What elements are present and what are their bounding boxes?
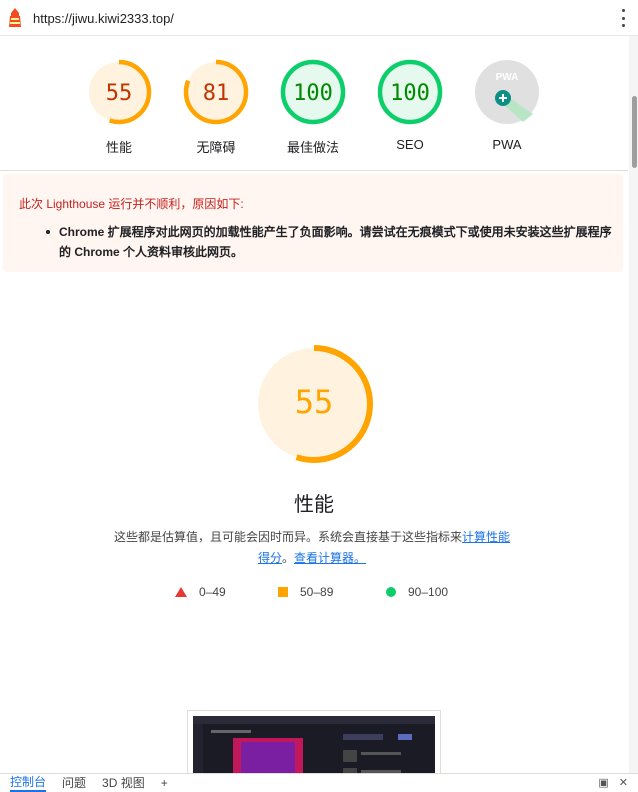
gauge-label: SEO [396, 137, 424, 152]
legend-range: 0–49 [199, 585, 226, 599]
gauge-seo[interactable]: 100 SEO [374, 56, 446, 152]
dock-icon[interactable]: ▣ [598, 776, 608, 789]
gauge-label: 性能 [105, 140, 132, 155]
tab-3d-view[interactable]: 3D 视图 [102, 774, 145, 791]
scrollbar[interactable] [629, 36, 638, 773]
pass-circle-icon [386, 587, 396, 597]
screenshot-image [193, 716, 435, 775]
warning-title: 此次 Lighthouse 运行并不顺利，原因如下: [19, 197, 244, 211]
gauge-label: 无障碍 [196, 140, 236, 155]
scrollbar-thumb[interactable] [632, 96, 637, 168]
performance-description: 这些都是估算值，且可能会因时而异。系统会直接基于这些指标来计算性能得分。查看计算… [110, 527, 514, 569]
gauge-ring: 100 [280, 59, 346, 125]
devtools-tabbar: 控制台 问题 3D 视图 + ▣ ✕ [0, 773, 638, 792]
desc-text: 这些都是估算值，且可能会因时而异。系统会直接基于这些指标来 [113, 530, 462, 544]
legend-range: 90–100 [408, 585, 449, 599]
gauge-value: 100 [390, 81, 430, 106]
url-text[interactable]: https://jiwu.kiwi2333.top/ [33, 11, 174, 26]
performance-score: 55 [295, 383, 334, 421]
warning-box: 此次 Lighthouse 运行并不顺利，原因如下: Chrome 扩展程序对此… [3, 174, 623, 272]
performance-title: 性能 [294, 494, 334, 516]
gauge-best-practices[interactable]: 100 最佳做法 [277, 56, 349, 156]
gauge-ring: 81 [183, 59, 249, 125]
gauge-accessibility[interactable]: 81 无障碍 [180, 56, 252, 156]
gauge-value: 55 [106, 81, 133, 106]
legend-fail: 0–49 [175, 585, 226, 599]
fail-triangle-icon [175, 587, 187, 597]
lighthouse-icon [9, 8, 21, 27]
pwa-icon: PWA [475, 60, 539, 124]
gauge-performance[interactable]: 55 性能 [83, 56, 155, 156]
gauge-ring: 100 [377, 59, 443, 125]
desc-separator: 。 [281, 551, 294, 565]
legend-average: 50–89 [278, 585, 333, 599]
legend-range: 50–89 [300, 585, 334, 599]
score-summary: 55 性能 81 无障碍 100 最佳做法 100 SEO PWA PWA [0, 36, 628, 171]
close-icon[interactable]: ✕ [619, 776, 628, 789]
view-calculator-link[interactable]: 查看计算器。 [294, 551, 366, 565]
plus-icon[interactable]: + [161, 776, 168, 790]
address-bar: https://jiwu.kiwi2333.top/ [0, 0, 638, 36]
tab-console[interactable]: 控制台 [10, 773, 47, 792]
performance-gauge: 55 [255, 345, 373, 463]
average-square-icon [278, 587, 288, 597]
page-screenshot-thumbnail[interactable] [187, 710, 441, 776]
tab-issues[interactable]: 问题 [62, 774, 86, 791]
gauge-label: PWA [492, 137, 522, 152]
kebab-menu-icon[interactable] [620, 9, 626, 27]
gauge-pwa[interactable]: PWA PWA [471, 56, 543, 152]
gauge-value: 81 [203, 81, 230, 106]
warning-item: Chrome 扩展程序对此网页的加载性能产生了负面影响。请尝试在无痕模式下或使用… [19, 222, 619, 262]
gauge-ring: 55 [86, 59, 152, 125]
pwa-badge-text: PWA [496, 72, 519, 83]
legend-pass: 90–100 [386, 585, 448, 599]
gauge-label: 最佳做法 [286, 140, 339, 155]
gauge-value: 100 [293, 81, 333, 106]
